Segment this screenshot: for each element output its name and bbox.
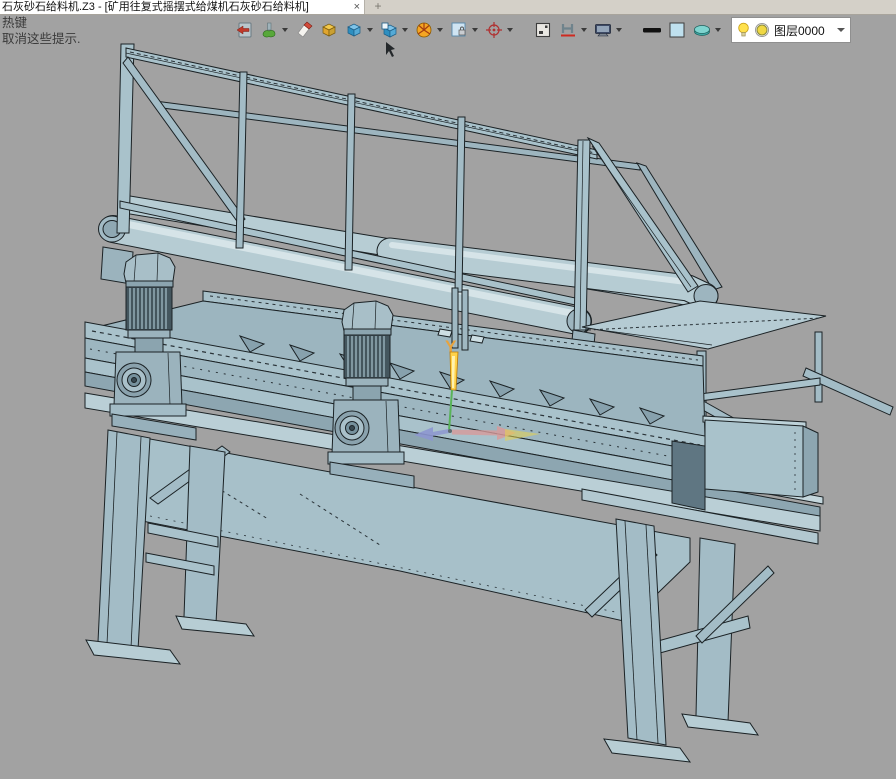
section-wheel-dropdown-arrow[interactable] [437,28,443,32]
layer-color-icon [755,23,769,37]
target-dropdown-arrow[interactable] [507,28,513,32]
shaded-cube-icon[interactable] [344,21,363,40]
cube-face-icon[interactable] [379,21,398,40]
section-wheel-icon[interactable] [414,21,433,40]
disc-icon[interactable] [692,21,711,40]
model-vibrating-feeder: Y [0,0,896,774]
hint-text: 热键 取消这些提示. [2,15,80,47]
layer-combo[interactable]: 图层0000 [731,17,851,43]
da-toolbar: 图层0000 [234,16,851,44]
render-mode-icon[interactable] [259,21,278,40]
locked-view-icon[interactable] [449,21,468,40]
render-mode-dropdown-arrow[interactable] [282,28,288,32]
datum-h-icon[interactable] [558,21,577,40]
document-tab-title: 石灰砂石给料机.Z3 - [矿用往复式摇摆式给煤机石灰砂石给料机] [2,1,309,13]
tab-close-icon[interactable]: × [354,1,360,13]
color-swatch-icon[interactable] [667,21,686,40]
hint-line-2: 取消这些提示. [2,32,81,46]
hint-line-1: 热键 [2,16,28,30]
document-tab[interactable]: 石灰砂石给料机.Z3 - [矿用往复式摇摆式给煤机石灰砂石给料机] × [0,0,365,14]
layer-dropdown-arrow[interactable] [836,28,845,32]
box-icon[interactable] [319,21,338,40]
bulb-icon [738,22,749,37]
layer-name-label: 图层0000 [774,23,825,38]
monitor-dropdown-arrow[interactable] [616,28,622,32]
monitor-icon[interactable] [593,21,612,40]
document-tab-bar: 石灰砂石给料机.Z3 - [矿用往复式摇摆式给煤机石灰砂石给料机] × + [0,0,896,15]
locked-view-dropdown-arrow[interactable] [472,28,478,32]
new-tab-button[interactable]: + [365,0,391,14]
line-width-icon[interactable] [642,21,661,40]
datum-h-dropdown-arrow[interactable] [581,28,587,32]
disc-dropdown-arrow[interactable] [715,28,721,32]
preview-window-icon[interactable] [533,21,552,40]
exit-icon[interactable] [234,21,253,40]
cube-face-dropdown-arrow[interactable] [402,28,408,32]
eraser-icon[interactable] [294,21,313,40]
graphics-area[interactable]: Y [0,0,896,774]
shaded-cube-dropdown-arrow[interactable] [367,28,373,32]
target-icon[interactable] [484,21,503,40]
